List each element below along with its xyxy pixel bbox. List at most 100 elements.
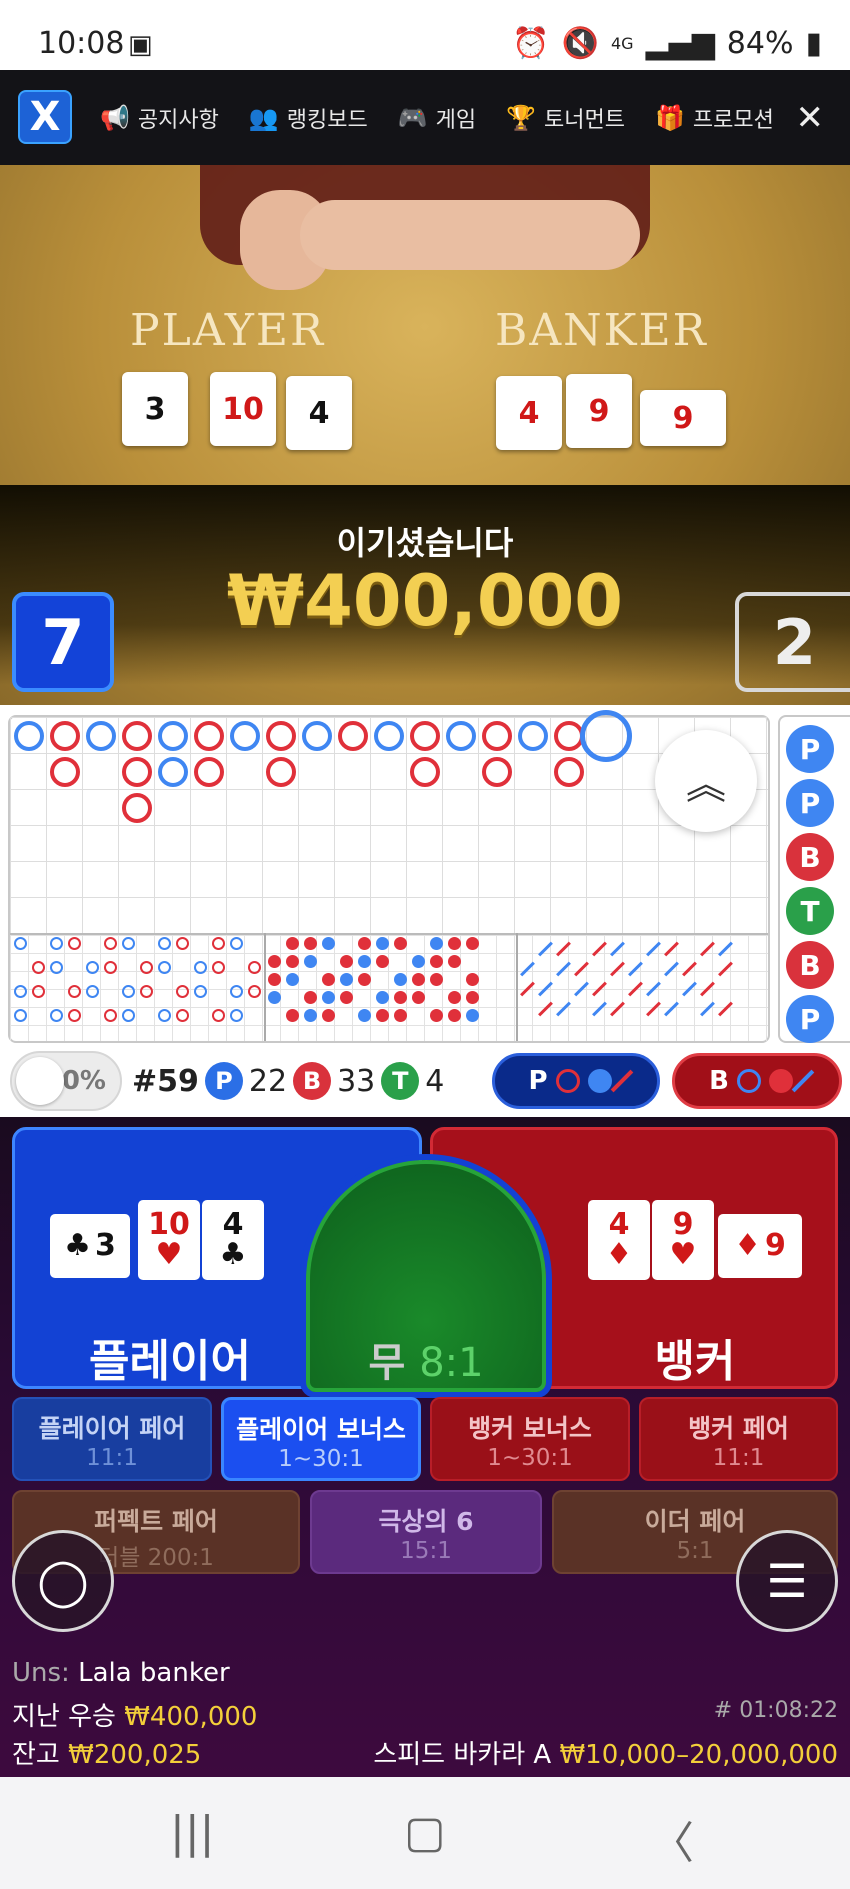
road-ring xyxy=(554,757,584,787)
road-small-ring xyxy=(104,961,117,974)
road-dot xyxy=(394,991,407,1004)
nav-games[interactable]: 🎮 게임 xyxy=(398,102,476,134)
slash-icon xyxy=(610,1069,633,1093)
nav-label: 공지사항 xyxy=(137,107,219,133)
road-dot xyxy=(304,937,317,950)
ask-player-button[interactable]: P xyxy=(492,1053,660,1109)
banker-bonus-bet[interactable]: 뱅커 보너스 1~30:1 xyxy=(430,1397,630,1481)
last-win-label: 지난 우승 xyxy=(12,1702,116,1732)
road-ring xyxy=(122,757,152,787)
banker-card-1: 4 ♦ xyxy=(588,1200,650,1280)
road-ring xyxy=(158,757,188,787)
bet-odds: 1~30:1 xyxy=(278,1446,364,1472)
card-rank: 9 xyxy=(672,1207,694,1242)
banker-pair-bet[interactable]: 뱅커 페어 11:1 xyxy=(639,1397,838,1481)
balance-value: ₩200,025 xyxy=(68,1740,202,1770)
percent-value: 0% xyxy=(61,1066,106,1096)
road-small-ring xyxy=(122,985,135,998)
close-icon[interactable]: ✕ xyxy=(796,98,825,138)
gallery-icon: ▣ xyxy=(128,30,153,60)
bet-limits: ₩10,000–20,000,000 xyxy=(559,1740,838,1770)
road-dot xyxy=(466,937,479,950)
player-card-3: 4 ♣ xyxy=(202,1200,264,1280)
road-dot xyxy=(304,955,317,968)
ask-banker-button[interactable]: B xyxy=(672,1053,842,1109)
road-dot xyxy=(466,991,479,1004)
side-road-column: P P B T B P xyxy=(778,715,850,1043)
back-icon[interactable]: 〈 xyxy=(650,1807,694,1871)
username: Lala banker xyxy=(78,1658,230,1688)
last-win-value: ₩400,000 xyxy=(124,1702,258,1732)
gamepad-icon: 🎮 xyxy=(397,103,428,132)
home-icon[interactable]: ▢ xyxy=(404,1807,446,1858)
ring-icon xyxy=(736,1069,761,1093)
road-dot xyxy=(322,937,335,950)
road-ring xyxy=(158,721,188,751)
menu-button[interactable]: ☰ xyxy=(736,1530,838,1632)
road-ring xyxy=(518,721,548,751)
bet-odds: 15:1 xyxy=(400,1538,452,1564)
road-ring xyxy=(230,721,260,751)
nav-promotion[interactable]: 🎁 프로모션 xyxy=(655,102,774,134)
road-ring xyxy=(266,721,296,751)
road-dot xyxy=(286,955,299,968)
table-info: 스피드 바카라 A ₩10,000–20,000,000 xyxy=(373,1734,838,1771)
side-road-item: P xyxy=(786,725,834,773)
chat-button[interactable]: ◯ xyxy=(12,1530,114,1632)
status-bar: 10:08 ▣ ⏰ 🔇 4G ▂▄▆ 84% ▮ xyxy=(0,0,850,70)
table-name: 스피드 바카라 A xyxy=(373,1740,552,1770)
clock: 10:08 xyxy=(38,26,125,61)
road-small-ring xyxy=(122,937,135,950)
road-dot xyxy=(286,1009,299,1022)
card-rank: 9 xyxy=(765,1228,786,1263)
card-suit: ♣ xyxy=(64,1228,92,1263)
road-small-ring xyxy=(176,1009,189,1022)
bet-name: 극상의 6 xyxy=(378,1507,474,1536)
road-divider xyxy=(264,933,266,1041)
nav-ranking[interactable]: 👥 랭킹보드 xyxy=(249,102,368,134)
player-pair-bet[interactable]: 플레이어 페어 11:1 xyxy=(12,1397,212,1481)
percent-toggle[interactable]: 0% xyxy=(10,1051,122,1111)
expand-roads-button[interactable]: ︽ xyxy=(655,730,757,832)
card-rank: 10 xyxy=(148,1207,190,1242)
mute-icon: 🔇 xyxy=(561,26,599,61)
app-logo[interactable]: X xyxy=(18,90,72,144)
road-dot xyxy=(448,991,461,1004)
road-dot xyxy=(430,973,443,986)
username-row: Uns: Lala banker xyxy=(12,1658,230,1688)
last-win-row: 지난 우승 ₩400,000 xyxy=(12,1696,257,1733)
table-card-player-2: 10 xyxy=(210,372,276,446)
road-small-ring xyxy=(122,1009,135,1022)
road-small-ring xyxy=(248,985,261,998)
nav-notice[interactable]: 📢 공지사항 xyxy=(100,102,219,134)
card-suit: ♥ xyxy=(155,1237,183,1272)
recent-apps-icon[interactable]: ||| xyxy=(170,1807,214,1858)
tie-bet-label: 무 8:1 xyxy=(306,1330,546,1388)
nav-label: 게임 xyxy=(435,107,477,133)
balance-label: 잔고 xyxy=(12,1740,60,1770)
toggle-knob xyxy=(16,1057,64,1105)
road-small-ring xyxy=(86,961,99,974)
card-suit: ♦ xyxy=(605,1237,633,1272)
card-rank: 4 xyxy=(222,1207,244,1242)
table-player-label: PLAYER xyxy=(130,305,326,356)
road-ring xyxy=(50,757,80,787)
nav-label: 랭킹보드 xyxy=(286,107,368,133)
road-small-ring xyxy=(32,985,45,998)
road-small-ring xyxy=(68,937,81,950)
road-small-ring xyxy=(86,985,99,998)
card-rank: 3 xyxy=(95,1228,116,1263)
road-small-ring xyxy=(230,1009,243,1022)
road-small-ring xyxy=(230,985,243,998)
road-small-ring xyxy=(50,937,63,950)
side-road-item: T xyxy=(786,887,834,935)
player-bonus-bet[interactable]: 플레이어 보너스 1~30:1 xyxy=(221,1397,421,1481)
side-road-item: B xyxy=(786,833,834,881)
nav-tournament[interactable]: 🏆 토너먼트 xyxy=(506,102,625,134)
road-ring xyxy=(266,757,296,787)
road-ring-current xyxy=(580,710,632,762)
super-six-bet[interactable]: 극상의 6 15:1 xyxy=(310,1490,542,1574)
banker-score: 2 xyxy=(735,592,850,692)
road-ring xyxy=(446,721,476,751)
road-ring xyxy=(50,721,80,751)
